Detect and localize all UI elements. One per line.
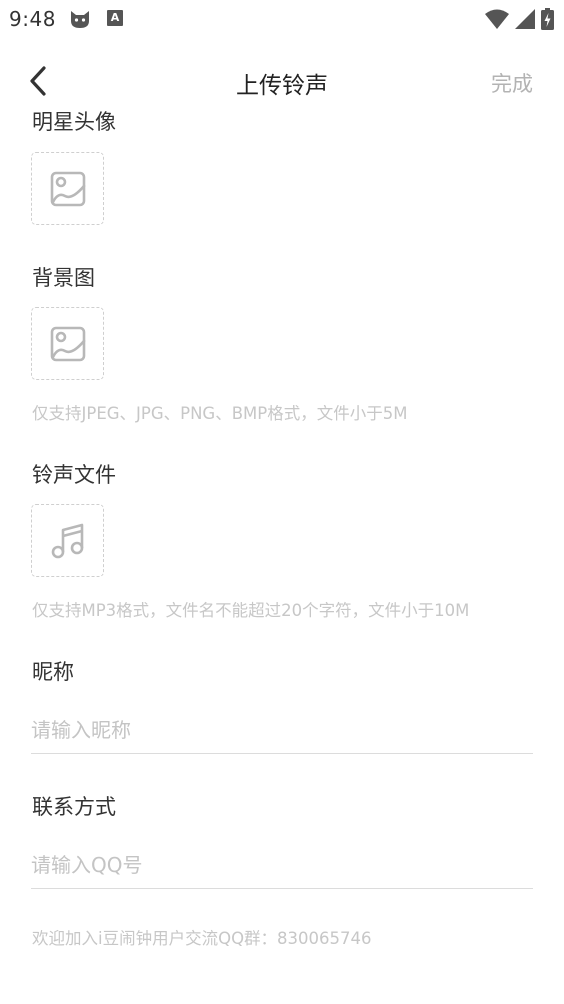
background-upload-button[interactable] <box>31 307 104 380</box>
signal-icon <box>515 9 535 33</box>
nickname-label: 昵称 <box>32 660 74 684</box>
background-label: 背景图 <box>32 266 95 290</box>
ringtone-upload-button[interactable] <box>31 504 104 577</box>
qq-group-text: 欢迎加入i豆闹钟用户交流QQ群：830065746 <box>32 929 372 948</box>
ringtone-hint: 仅支持MP3格式，文件名不能超过20个字符，文件小于10M <box>32 601 470 620</box>
a-badge-icon: A <box>107 10 123 26</box>
background-hint: 仅支持JPEG、JPG、PNG、BMP格式，文件小于5M <box>32 404 408 423</box>
status-time: 9:48 <box>9 7 56 31</box>
avatar-label: 明星头像 <box>32 110 116 134</box>
status-bar: 9:48 A <box>0 0 564 40</box>
ringtone-label: 铃声文件 <box>32 463 116 487</box>
nickname-input[interactable] <box>31 707 533 754</box>
page-title: 上传铃声 <box>236 73 328 99</box>
image-icon <box>50 171 85 206</box>
contact-label: 联系方式 <box>32 795 116 819</box>
contact-qq-input[interactable] <box>31 842 533 889</box>
wifi-icon <box>485 9 509 33</box>
cat-icon <box>68 9 92 33</box>
status-right-icons <box>485 8 554 34</box>
avatar-upload-button[interactable] <box>31 152 104 225</box>
done-button[interactable]: 完成 <box>491 68 533 98</box>
music-note-icon <box>51 523 83 558</box>
image-icon <box>50 326 85 361</box>
battery-icon <box>541 8 554 34</box>
nav-bar: 上传铃声 完成 <box>0 56 564 108</box>
